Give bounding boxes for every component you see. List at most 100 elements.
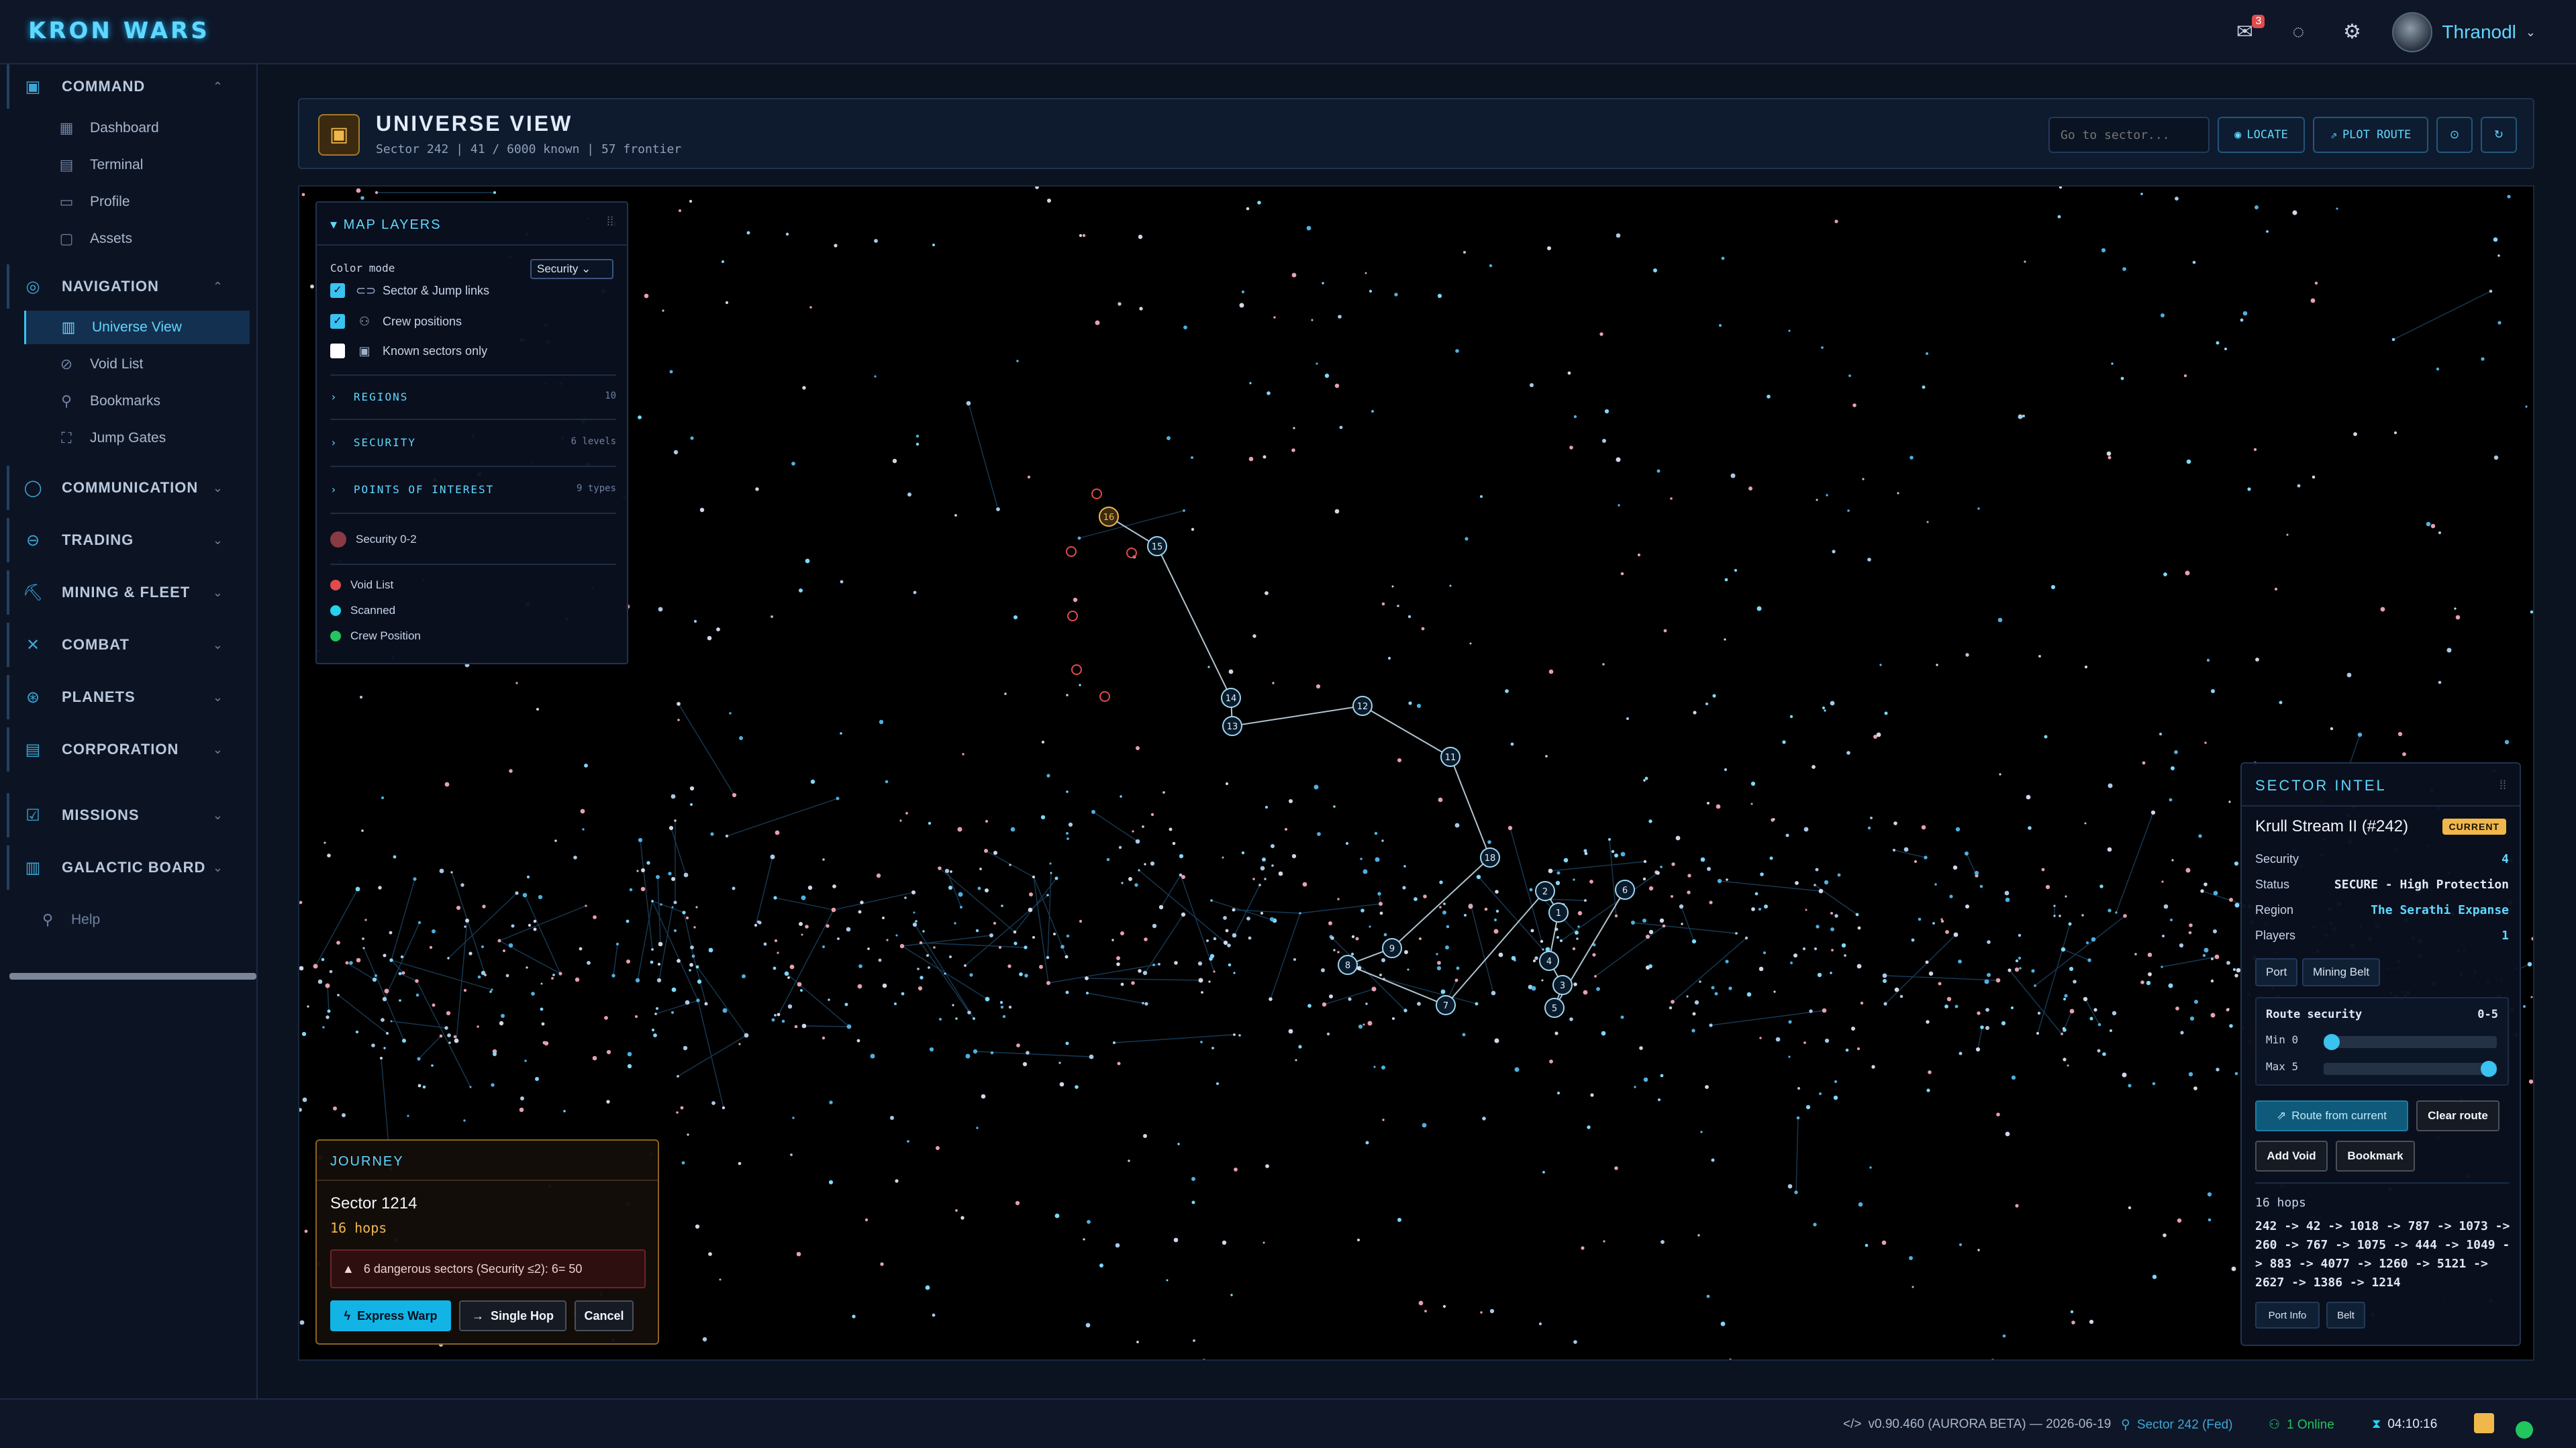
sector-star[interactable] xyxy=(1117,1062,1121,1066)
sector-star[interactable] xyxy=(1222,856,1224,859)
sector-star[interactable] xyxy=(739,736,743,740)
sector-star[interactable] xyxy=(711,1101,715,1105)
sector-star[interactable] xyxy=(716,627,720,631)
sector-star[interactable] xyxy=(1046,955,1050,960)
sector-star[interactable] xyxy=(1264,878,1267,880)
sector-star[interactable] xyxy=(481,945,484,948)
chat-icon[interactable]: ◌ xyxy=(2285,19,2312,46)
sector-star[interactable] xyxy=(2266,230,2269,233)
sector-star[interactable] xyxy=(1892,848,1896,852)
sector-star[interactable] xyxy=(660,903,662,906)
sector-star[interactable] xyxy=(1262,858,1266,862)
sector-star[interactable] xyxy=(2202,953,2206,958)
sector-star[interactable] xyxy=(944,868,950,874)
sector-star[interactable] xyxy=(1865,1243,1869,1247)
sector-star[interactable] xyxy=(1416,703,1422,709)
sector-star[interactable] xyxy=(2353,432,2357,436)
sector-star[interactable] xyxy=(2234,974,2238,978)
sector-star[interactable] xyxy=(402,1039,406,1043)
sector-star[interactable] xyxy=(2198,834,2202,838)
sector-star[interactable] xyxy=(1144,863,1146,866)
sector-star[interactable] xyxy=(551,977,554,980)
sector-star[interactable] xyxy=(1754,892,1758,896)
sector-star[interactable] xyxy=(1862,478,1865,480)
sector-star[interactable] xyxy=(1099,1263,1103,1268)
sector-star[interactable] xyxy=(836,796,840,800)
sector-star[interactable] xyxy=(2210,1013,2216,1018)
sector-star[interactable] xyxy=(1142,970,1148,976)
sector-star[interactable] xyxy=(1379,902,1383,906)
sector-star[interactable] xyxy=(1073,597,1078,603)
sector-star[interactable] xyxy=(533,919,537,923)
sector-star[interactable] xyxy=(973,1049,978,1054)
sector-star[interactable] xyxy=(1711,1158,1715,1162)
sector-star[interactable] xyxy=(1348,997,1352,1001)
sector-star[interactable] xyxy=(683,872,689,878)
sector-star[interactable] xyxy=(1818,888,1824,894)
sector-star[interactable] xyxy=(2213,929,2217,933)
sector-star[interactable] xyxy=(310,285,314,289)
sector-star[interactable] xyxy=(679,209,681,212)
sector-star[interactable] xyxy=(802,386,806,390)
sector-star[interactable] xyxy=(1671,895,1673,898)
sector-star[interactable] xyxy=(722,260,724,263)
sector-star[interactable] xyxy=(1035,187,1039,189)
sector-star[interactable] xyxy=(1424,1310,1427,1312)
sector-star[interactable] xyxy=(2203,882,2208,886)
sector-star[interactable] xyxy=(2084,822,2087,825)
sector-star[interactable] xyxy=(1177,1143,1180,1145)
sector-star[interactable] xyxy=(1029,892,1033,896)
sector-star[interactable] xyxy=(1138,969,1142,973)
sector-star[interactable] xyxy=(638,415,642,419)
sector-star[interactable] xyxy=(2168,983,2173,988)
sector-star[interactable] xyxy=(1856,1047,1861,1051)
sector-star[interactable] xyxy=(580,809,585,814)
sector-star[interactable] xyxy=(1213,937,1217,941)
sector-star[interactable] xyxy=(301,193,305,197)
sector-star[interactable] xyxy=(1910,456,1914,460)
sector-star[interactable] xyxy=(1830,972,1832,974)
sector-star[interactable] xyxy=(1120,931,1124,935)
sector-star[interactable] xyxy=(558,972,562,976)
sector-star[interactable] xyxy=(1436,966,1442,971)
sector-star[interactable] xyxy=(538,894,543,900)
sector-star[interactable] xyxy=(1602,439,1606,443)
sector-star[interactable] xyxy=(1940,919,1944,923)
sector-star[interactable] xyxy=(627,1051,632,1057)
sector-star[interactable] xyxy=(1443,902,1446,905)
sector-star[interactable] xyxy=(299,966,304,971)
sector-star[interactable] xyxy=(1728,986,1732,990)
sector-star[interactable] xyxy=(611,974,615,978)
sector-star[interactable] xyxy=(1369,289,1373,293)
sector-star[interactable] xyxy=(895,934,898,937)
sidebar-section-galactic-board[interactable]: ▥ GALACTIC BOARD ⌄ xyxy=(7,845,251,890)
sector-star[interactable] xyxy=(415,993,419,997)
sector-star[interactable] xyxy=(1626,717,1629,720)
sector-star[interactable] xyxy=(990,1051,994,1055)
sector-star[interactable] xyxy=(317,979,323,984)
sector-star[interactable] xyxy=(1540,939,1544,943)
sector-star[interactable] xyxy=(2065,895,2067,898)
sector-star[interactable] xyxy=(540,982,543,985)
sector-star[interactable] xyxy=(856,1039,860,1043)
sector-star[interactable] xyxy=(1934,883,1937,886)
sector-star[interactable] xyxy=(708,1252,712,1256)
sector-star[interactable] xyxy=(1763,951,1767,955)
sector-star[interactable] xyxy=(2214,954,2220,960)
sector-star[interactable] xyxy=(444,1026,448,1030)
sector-star[interactable] xyxy=(2430,523,2436,529)
sector-star[interactable] xyxy=(1404,950,1408,954)
sector-star[interactable] xyxy=(1482,1117,1486,1121)
sector-star[interactable] xyxy=(2002,1334,2006,1338)
sector-star[interactable] xyxy=(1262,1241,1265,1244)
sector-star[interactable] xyxy=(699,507,705,513)
sector-star[interactable] xyxy=(2087,958,2091,962)
sector-star[interactable] xyxy=(975,929,979,933)
sector-star[interactable] xyxy=(1705,1085,1709,1089)
sector-star[interactable] xyxy=(1899,994,1903,998)
sector-star[interactable] xyxy=(1462,1033,1466,1037)
sector-star[interactable] xyxy=(1573,982,1577,986)
sector-star[interactable] xyxy=(755,487,759,491)
sector-star[interactable] xyxy=(1547,246,1551,250)
settings-button[interactable]: ⊙ xyxy=(2436,117,2473,153)
